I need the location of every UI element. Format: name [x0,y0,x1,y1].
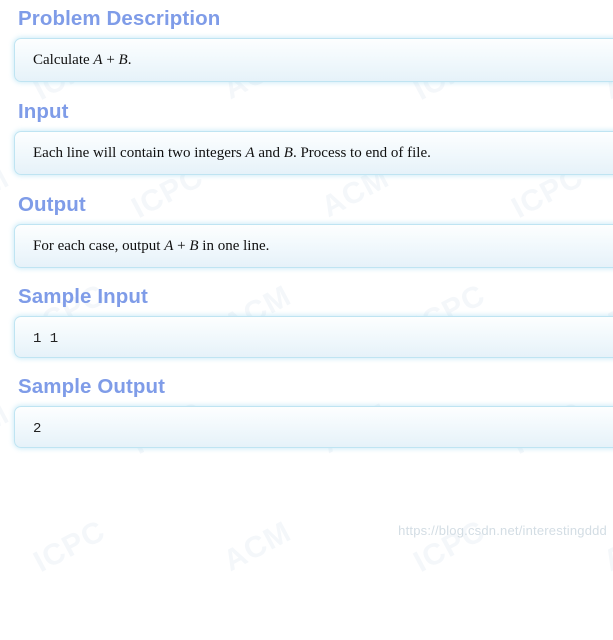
section-heading-input: Input [18,100,69,123]
text-prefix: For each case, output [33,238,165,254]
section-sample-input: Sample Input 1 1 [0,268,613,358]
text-operator: + [102,52,119,68]
math-var-b: B [189,238,199,254]
panel-sample-input: 1 1 [14,316,613,358]
section-output: Output For each case, output A + B in on… [0,175,613,268]
section-sample-output: Sample Output 2 [0,358,613,448]
problem-statement-page: Problem Description Calculate A + B. Inp… [0,0,613,554]
section-input: Input Each line will contain two integer… [0,82,613,175]
panel-body-output: For each case, output A + B in one line. [15,225,613,267]
text-prefix: Calculate [33,52,94,68]
text-suffix: in one line. [198,238,270,254]
panel-output: For each case, output A + B in one line. [14,224,613,268]
sample-input-code: 1 1 [33,331,59,347]
section-heading-sample-output: Sample Output [18,375,166,398]
math-var-a: A [164,238,174,254]
section-problem-description: Problem Description Calculate A + B. [0,0,613,82]
text-operator: and [254,145,284,161]
panel-body-input: Each line will contain two integers A an… [15,132,613,174]
text-operator: + [173,238,190,254]
panel-body-problem-description: Calculate A + B. [15,39,613,81]
math-var-a: A [245,145,255,161]
section-heading-sample-input: Sample Input [18,285,148,308]
text-suffix: . Process to end of file. [292,145,431,161]
csdn-blog-url-watermark: https://blog.csdn.net/interestingddd [398,523,607,538]
panel-input: Each line will contain two integers A an… [14,131,613,175]
panel-problem-description: Calculate A + B. [14,38,613,82]
math-var-a: A [93,52,103,68]
section-heading-output: Output [18,193,86,216]
section-heading-problem-description: Problem Description [18,7,221,30]
math-var-b: B [118,52,128,68]
sample-output-code: 2 [33,421,42,437]
panel-sample-output: 2 [14,406,613,448]
math-var-b: B [283,145,293,161]
text-suffix: . [127,52,132,68]
text-prefix: Each line will contain two integers [33,145,246,161]
